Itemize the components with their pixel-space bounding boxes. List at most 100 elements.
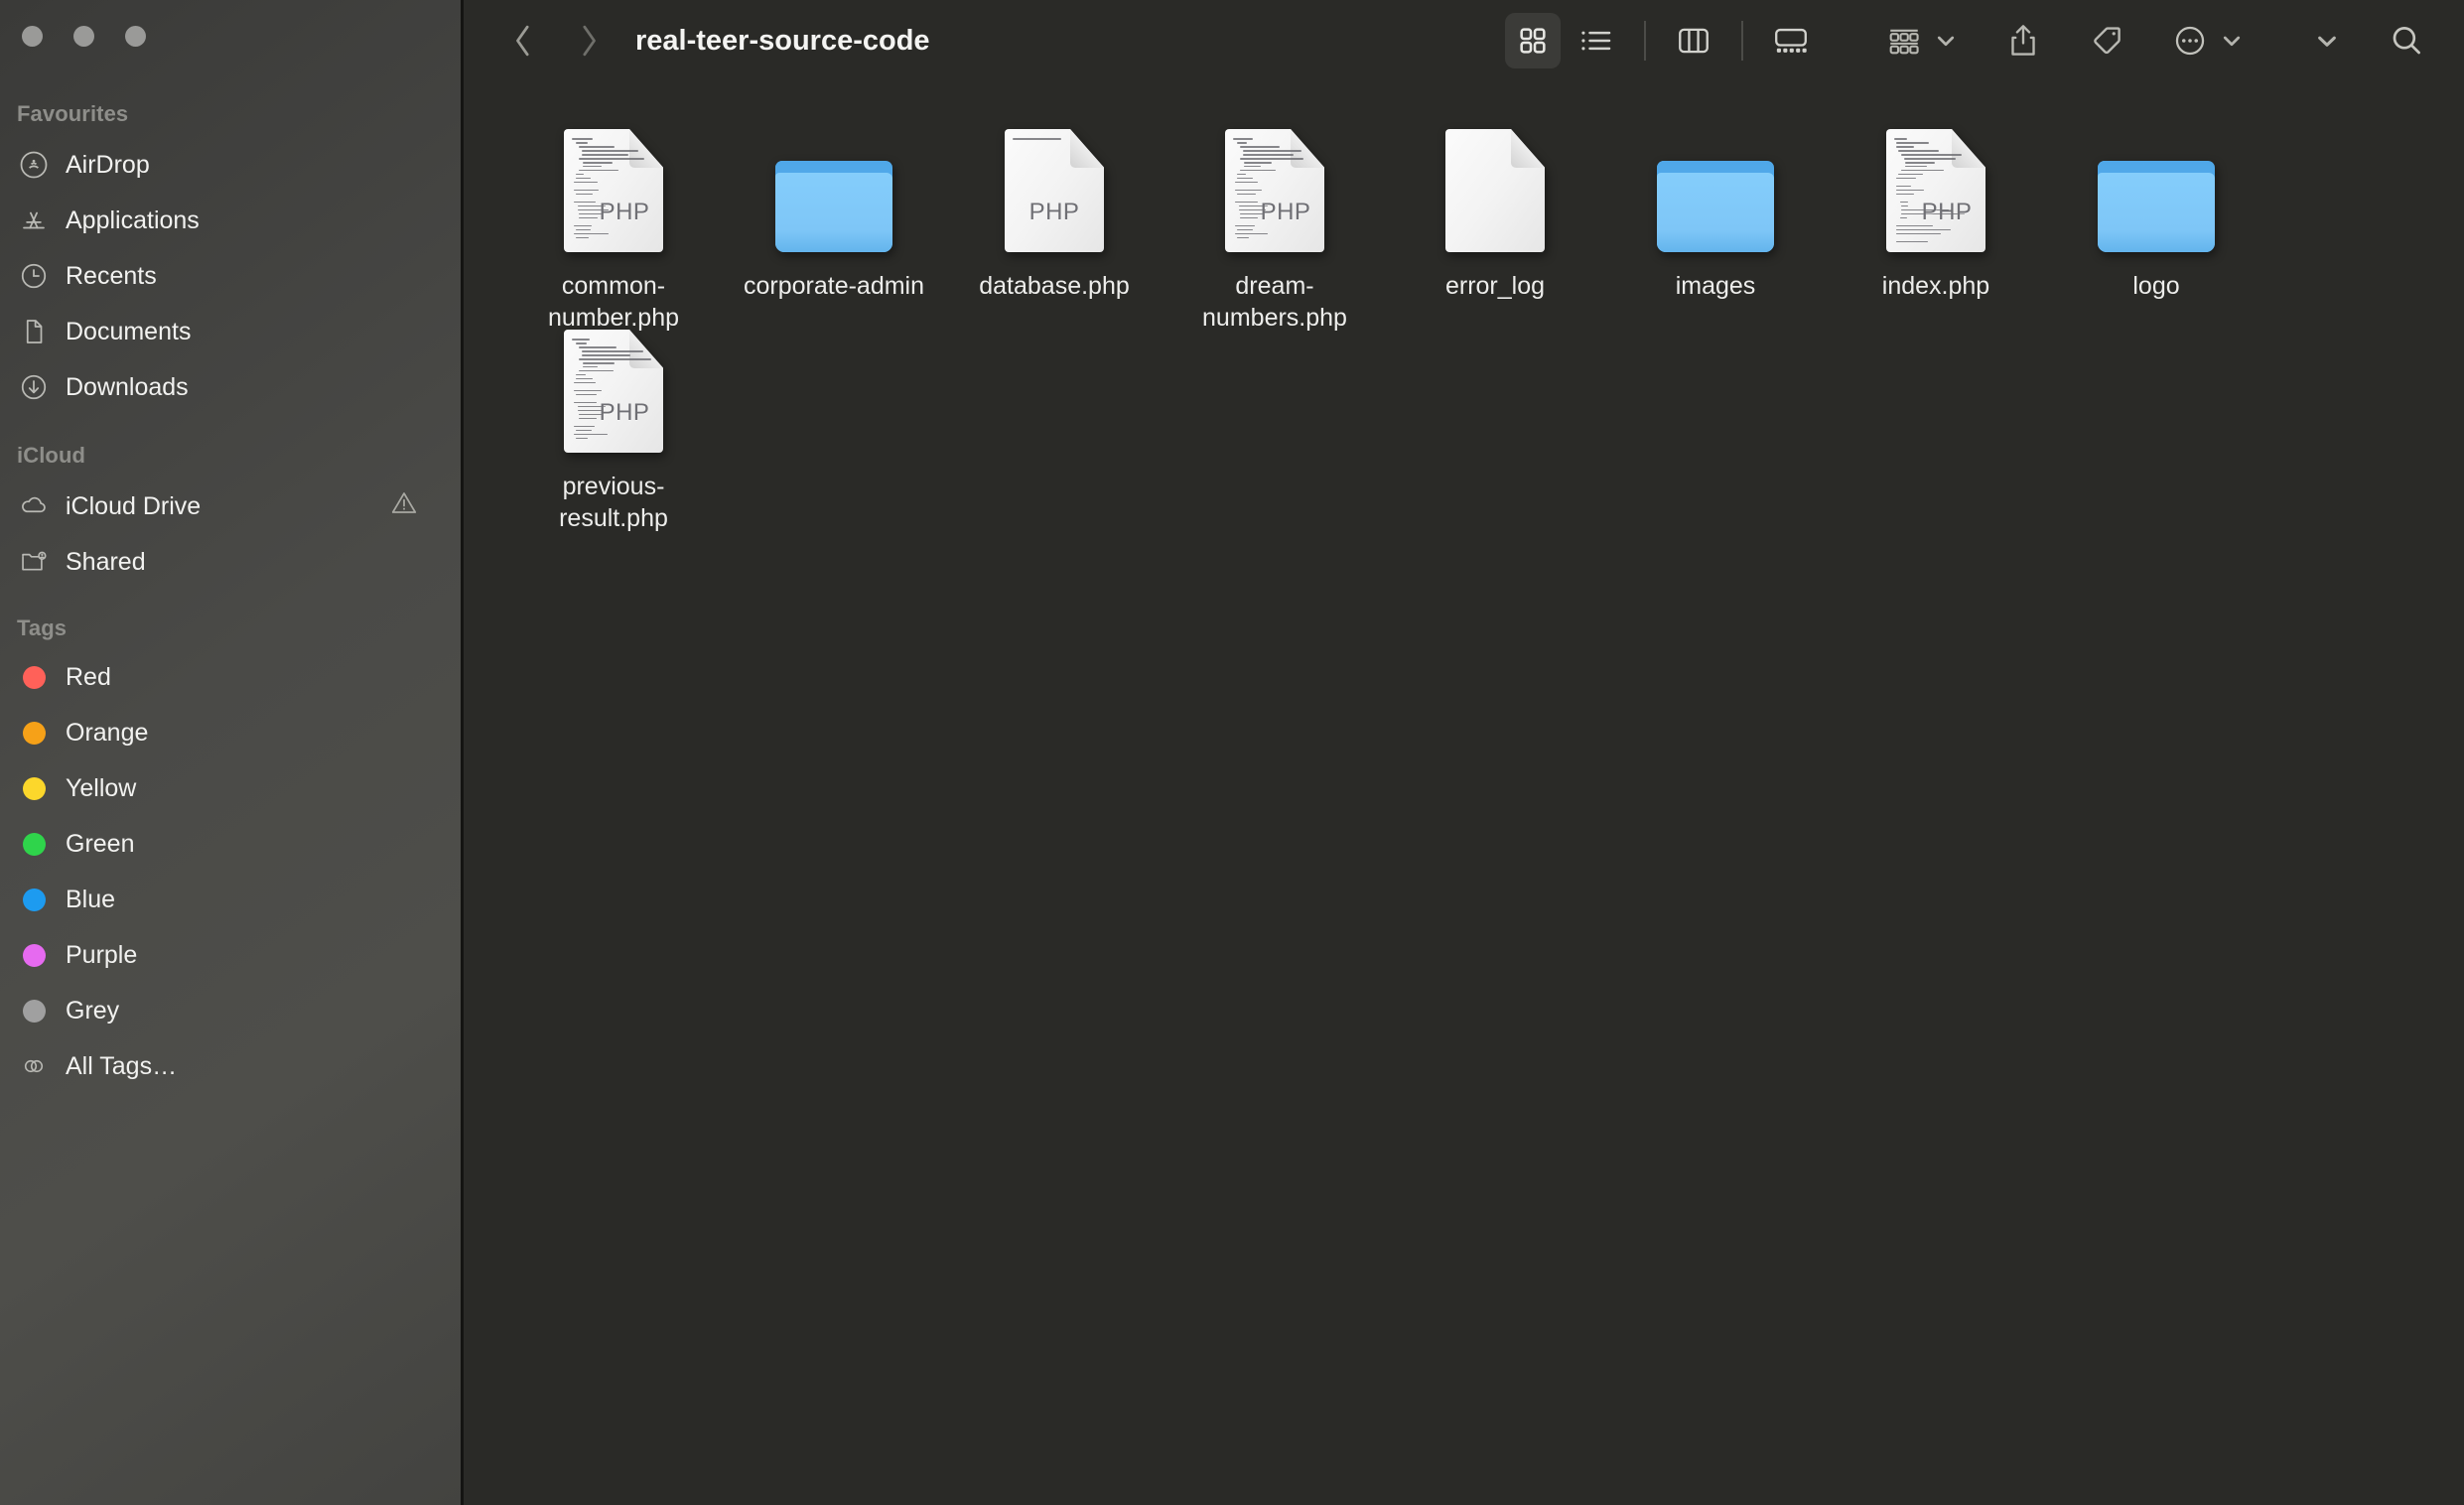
sidebar-item-applications[interactable]: Applications bbox=[0, 193, 464, 248]
chevron-down-icon[interactable] bbox=[1934, 29, 1958, 53]
file-item[interactable]: PHP previous-result.php bbox=[503, 330, 724, 534]
file-icon: PHP bbox=[1005, 129, 1104, 252]
file-item[interactable]: PHP database.php bbox=[944, 129, 1164, 334]
share-button[interactable] bbox=[1995, 13, 2051, 68]
view-gallery-button[interactable] bbox=[1763, 13, 1819, 68]
finder-window: Favourites AirDrop Applications Recents … bbox=[0, 0, 2464, 1505]
file-item[interactable]: PHP common-number.php bbox=[503, 129, 724, 334]
close-button[interactable] bbox=[22, 26, 43, 47]
file-grid[interactable]: PHP common-number.php corporate-admin PH… bbox=[464, 81, 2464, 1505]
file-icon: PHP bbox=[1886, 129, 1985, 252]
all-tags-icon bbox=[17, 1049, 51, 1083]
sidebar-tags-list: Red Orange Yellow Green Blue Purple Grey… bbox=[0, 649, 464, 1094]
file-extension-badge: PHP bbox=[599, 399, 650, 426]
view-column-button[interactable] bbox=[1666, 13, 1721, 68]
code-preview bbox=[1233, 138, 1314, 244]
sidebar-item-label: Yellow bbox=[66, 773, 137, 802]
file-name: error_log bbox=[1444, 272, 1546, 300]
search-icon[interactable] bbox=[2379, 13, 2434, 68]
sidebar-icloud-list: iCloud Drive Shared bbox=[0, 479, 464, 590]
file-icon bbox=[775, 133, 892, 252]
sidebar-item-tag-blue[interactable]: Blue bbox=[0, 872, 464, 927]
tag-color-swatch bbox=[22, 776, 46, 800]
file-icon bbox=[1657, 133, 1774, 252]
code-preview bbox=[572, 138, 653, 244]
file-item[interactable]: PHP dream-numbers.php bbox=[1164, 129, 1385, 334]
file-name: previous-result.php bbox=[559, 473, 668, 532]
sidebar-item-recents[interactable]: Recents bbox=[0, 248, 464, 304]
file-icon: PHP bbox=[564, 129, 663, 252]
group-by-control[interactable] bbox=[1876, 13, 1958, 68]
folder-icon bbox=[2098, 161, 2215, 252]
php-file-icon: PHP bbox=[1005, 129, 1104, 252]
clock-icon bbox=[17, 259, 51, 293]
sidebar-item-tag-orange[interactable]: Orange bbox=[0, 705, 464, 760]
file-icon bbox=[2098, 133, 2215, 252]
tag-dot-icon bbox=[17, 883, 51, 916]
file-name: dream-numbers.php bbox=[1202, 272, 1347, 332]
sidebar-item-tag-purple[interactable]: Purple bbox=[0, 927, 464, 983]
sidebar-item-tag-red[interactable]: Red bbox=[0, 649, 464, 705]
forward-button[interactable] bbox=[567, 13, 611, 68]
file-item[interactable]: error_log bbox=[1385, 129, 1605, 334]
tag-color-swatch bbox=[22, 832, 46, 856]
applications-icon bbox=[17, 204, 51, 237]
toolbar-divider bbox=[1741, 21, 1743, 61]
back-button[interactable] bbox=[501, 13, 545, 68]
sidebar-item-label: iCloud Drive bbox=[66, 491, 202, 520]
view-icon-button[interactable] bbox=[1505, 13, 1561, 68]
file-item[interactable]: PHP index.php bbox=[1826, 129, 2046, 334]
group-items-button[interactable] bbox=[1876, 13, 1932, 68]
toolbar-overflow-chevron-icon[interactable] bbox=[2305, 13, 2349, 68]
tag-dot-icon bbox=[17, 660, 51, 694]
file-name: database.php bbox=[979, 272, 1130, 300]
sidebar-item-all-tags[interactable]: All Tags… bbox=[0, 1038, 464, 1094]
file-name: corporate-admin bbox=[743, 272, 925, 300]
download-icon bbox=[17, 370, 51, 404]
file-extension-badge: PHP bbox=[1260, 199, 1311, 225]
minimize-button[interactable] bbox=[73, 26, 94, 47]
sidebar: Favourites AirDrop Applications Recents … bbox=[0, 0, 464, 1505]
sidebar-section-tags-title: Tags bbox=[17, 616, 68, 640]
more-actions-button[interactable] bbox=[2162, 13, 2218, 68]
tag-color-swatch bbox=[22, 999, 46, 1023]
sidebar-item-tag-green[interactable]: Green bbox=[0, 816, 464, 872]
sidebar-item-label: AirDrop bbox=[66, 150, 150, 179]
file-name: common-number.php bbox=[547, 272, 680, 332]
sidebar-item-label: Recents bbox=[66, 261, 157, 290]
zoom-button[interactable] bbox=[125, 26, 146, 47]
warning-icon[interactable] bbox=[389, 488, 419, 525]
more-actions-control[interactable] bbox=[2162, 13, 2244, 68]
tag-color-swatch bbox=[22, 888, 46, 911]
sidebar-item-airdrop[interactable]: AirDrop bbox=[0, 137, 464, 193]
sidebar-item-shared[interactable]: Shared bbox=[0, 534, 464, 590]
airdrop-icon bbox=[17, 148, 51, 182]
sidebar-item-label: Downloads bbox=[66, 372, 189, 401]
file-icon bbox=[1445, 129, 1545, 252]
view-list-button[interactable] bbox=[1569, 13, 1624, 68]
sidebar-item-tag-yellow[interactable]: Yellow bbox=[0, 760, 464, 816]
page-title: real-teer-source-code bbox=[635, 24, 930, 57]
tag-icon[interactable] bbox=[2079, 13, 2134, 68]
sidebar-item-icloud-drive[interactable]: iCloud Drive bbox=[0, 479, 464, 534]
navigation-buttons bbox=[501, 13, 611, 68]
php-file-icon: PHP bbox=[564, 330, 663, 453]
file-item[interactable]: images bbox=[1605, 133, 1826, 334]
folder-icon bbox=[1657, 161, 1774, 252]
sidebar-favourites-list: AirDrop Applications Recents Documents D… bbox=[0, 137, 464, 415]
chevron-down-icon[interactable] bbox=[2220, 29, 2244, 53]
sidebar-item-tag-grey[interactable]: Grey bbox=[0, 983, 464, 1038]
tag-dot-icon bbox=[17, 827, 51, 861]
cloud-icon bbox=[17, 489, 51, 523]
content-area: real-teer-source-code PHP common-number.… bbox=[464, 0, 2464, 1505]
sidebar-item-label: Applications bbox=[66, 205, 200, 234]
toolbar: real-teer-source-code bbox=[464, 0, 2464, 81]
sidebar-item-downloads[interactable]: Downloads bbox=[0, 359, 464, 415]
tag-dot-icon bbox=[17, 716, 51, 750]
file-item[interactable]: logo bbox=[2046, 133, 2266, 334]
php-file-icon: PHP bbox=[564, 129, 663, 252]
file-item[interactable]: corporate-admin bbox=[724, 133, 944, 334]
sidebar-item-documents[interactable]: Documents bbox=[0, 304, 464, 359]
code-preview bbox=[572, 339, 653, 445]
file-name: logo bbox=[2132, 272, 2180, 300]
